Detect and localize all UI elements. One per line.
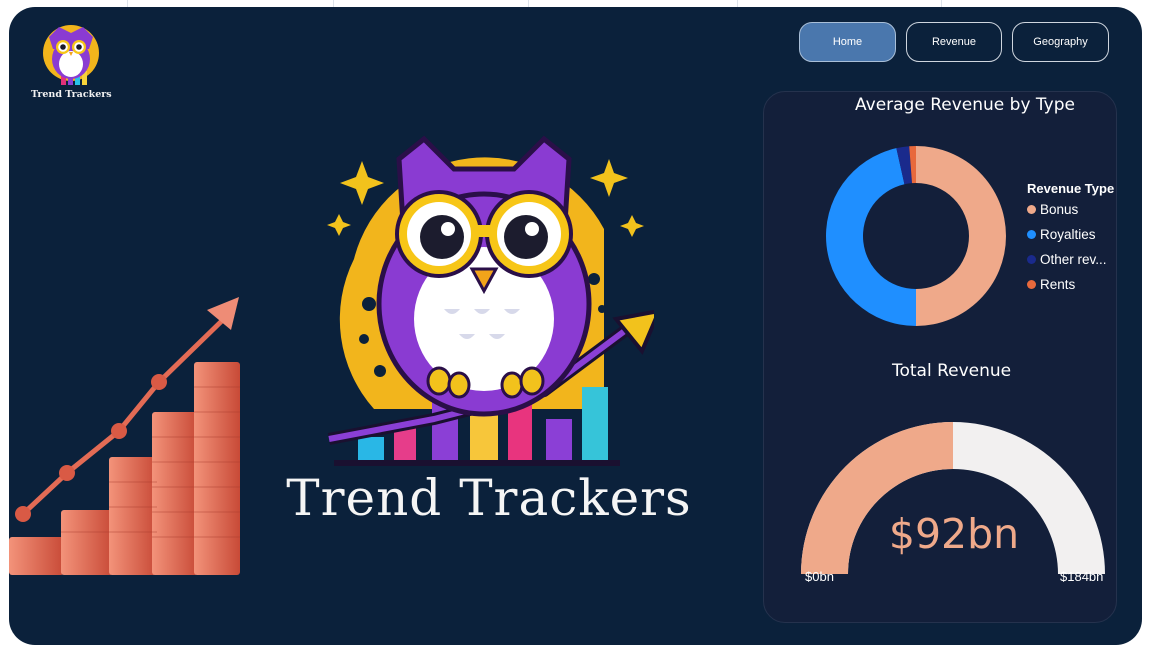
legend-dot: [1027, 280, 1036, 289]
gauge-min-label: $0bn: [805, 569, 834, 584]
nav-revenue-button[interactable]: Revenue: [906, 22, 1002, 62]
legend-label: Rents: [1040, 277, 1076, 292]
legend-dot: [1027, 205, 1036, 214]
legend-label: Royalties: [1040, 227, 1096, 242]
owl-mascot-icon: [327, 135, 654, 466]
growth-chart-icon: [9, 297, 240, 575]
legend-item-royalties[interactable]: Royalties: [1027, 227, 1096, 242]
legend-label: Other rev...: [1040, 252, 1107, 267]
gauge-value-label: $92bn: [888, 510, 1020, 558]
hero-title: Trend Trackers: [286, 469, 692, 527]
dashboard-canvas: Trend Trackers Home Revenue Geography Tr…: [9, 7, 1142, 645]
logo-caption: Trend Trackers: [31, 89, 112, 100]
donut-slice-bonus[interactable]: [916, 146, 1006, 326]
gauge-max-label: $184bn: [1060, 569, 1104, 584]
nav-home-button[interactable]: Home: [799, 22, 896, 62]
legend-item-other-revenue[interactable]: Other rev...: [1027, 252, 1107, 267]
nav-geography-button[interactable]: Geography: [1012, 22, 1109, 62]
legend-dot: [1027, 255, 1036, 264]
owl-logo-icon: [43, 25, 99, 85]
donut-title: Average Revenue by Type: [855, 95, 1075, 115]
legend-item-bonus[interactable]: Bonus: [1027, 202, 1078, 217]
legend-item-rents[interactable]: Rents: [1027, 277, 1075, 292]
legend-label: Bonus: [1040, 202, 1079, 217]
gauge-title: Total Revenue: [892, 361, 1012, 381]
charts-card: Average Revenue by Type Revenue Type Bon…: [763, 91, 1117, 623]
legend-title: Revenue Type: [1027, 181, 1115, 196]
corner-logo[interactable]: Trend Trackers: [31, 19, 112, 101]
legend-dot: [1027, 230, 1036, 239]
revenue-type-donut[interactable]: [822, 142, 1010, 330]
